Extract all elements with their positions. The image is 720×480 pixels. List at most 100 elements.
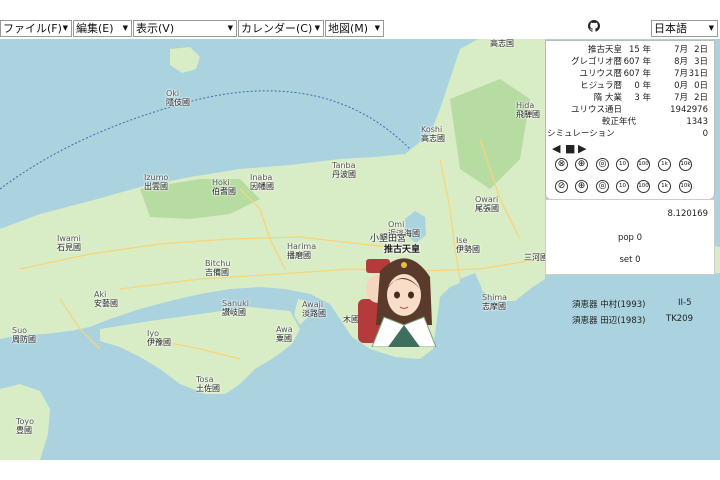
map-label-awaji: Awaji 淡路國 <box>302 300 326 318</box>
info-row-julian: ユリウス暦 607 年 7月 31日 <box>546 69 714 80</box>
info-row-julian-day: ユリウス通日 1942976 <box>546 105 714 116</box>
row-day: 2日 <box>694 93 708 103</box>
info-row-sui: 隋 大業 3 年 7月 2日 <box>546 93 714 104</box>
edit-menu-label: 編集(E) <box>76 22 114 35</box>
info-row-reign: 推古天皇 15 年 7月 2日 <box>546 45 714 56</box>
row-day: 2日 <box>694 45 708 55</box>
reverse-1k-icon[interactable]: 1k <box>658 180 671 193</box>
info-row-corrected-year: 較正年代 1343 <box>546 117 714 128</box>
file-menu[interactable]: ファイル(F) ▼ <box>0 20 72 37</box>
language-select[interactable]: 日本語 ▼ <box>651 20 718 37</box>
github-icon[interactable] <box>588 20 600 32</box>
row-label: 推古天皇 <box>587 45 622 55</box>
map-label-tanba: Tanba 丹波國 <box>332 161 356 179</box>
simulation-label: シミュレーション <box>547 129 615 139</box>
map-label-oki: Oki 隱伎國 <box>166 89 190 107</box>
row-day: 3日 <box>694 57 708 67</box>
speed-10k-icon[interactable]: 10k <box>679 158 692 171</box>
chevron-down-icon: ▼ <box>374 24 380 32</box>
step-back-icon[interactable]: ◀ <box>552 143 560 154</box>
chevron-down-icon: ▼ <box>708 24 714 32</box>
reverse-1-icon[interactable]: ⊕ <box>575 180 588 193</box>
map-label-iwami: Iwami 石見國 <box>57 234 81 252</box>
reverse-stop-icon[interactable]: ⊘ <box>555 180 568 193</box>
calendar-menu[interactable]: カレンダー(C) ▼ <box>238 20 324 37</box>
row-year: 607 年 <box>623 57 651 67</box>
map-label-harima: Harima 播磨國 <box>287 242 317 260</box>
sim-value: 8.120169 <box>667 209 708 219</box>
info-row-hijri: ヒジュラ暦 0 年 0月 0日 <box>546 81 714 92</box>
sim-set: set 0 <box>619 255 641 265</box>
chevron-down-icon: ▼ <box>314 24 320 32</box>
row-year: 607 年 <box>623 69 651 79</box>
chevron-down-icon: ▼ <box>122 24 128 32</box>
map-label-toyo: Toyo 豊國 <box>16 417 35 435</box>
pottery-nakamura-code: II-5 <box>678 298 692 308</box>
edit-menu[interactable]: 編集(E) ▼ <box>73 20 132 37</box>
speed-10-icon[interactable]: 10 <box>616 158 629 171</box>
map-label-bitchu: Bitchu 吉備國 <box>205 259 231 277</box>
row-month: 0月 <box>674 81 688 91</box>
chevron-down-icon: ▼ <box>62 24 68 32</box>
julian-day-value: 1942976 <box>670 105 708 115</box>
row-month: 7月 <box>674 45 688 55</box>
map-label-sanuki: Sanuki 讃岐國 <box>222 299 249 317</box>
row-day: 31日 <box>688 69 708 79</box>
row-year: 3 年 <box>634 93 651 103</box>
map-menu[interactable]: 地図(M) ▼ <box>325 20 384 37</box>
row-year: 0 年 <box>634 81 651 91</box>
reverse-10k-icon[interactable]: 10k <box>679 180 692 193</box>
map-label-suo: Suo 周防國 <box>12 326 36 344</box>
map-label-aki: Aki 安藝國 <box>94 290 118 308</box>
map-label-owari: Owari 尾張國 <box>475 195 499 213</box>
simulation-value: 0 <box>702 129 708 139</box>
map-label-iyo: Iyo 伊豫國 <box>147 329 171 347</box>
pottery-tanabe-code: TK209 <box>666 314 693 324</box>
reverse-2-icon[interactable]: ◎ <box>596 180 609 193</box>
view-menu[interactable]: 表示(V) ▼ <box>133 20 237 37</box>
row-label: グレゴリオ暦 <box>570 57 622 67</box>
corrected-year-label: 較正年代 <box>601 117 636 127</box>
empress-avatar[interactable] <box>352 251 438 347</box>
map-label-koshi-north: 高志国 <box>490 39 514 48</box>
row-label: ユリウス暦 <box>579 69 622 79</box>
speed-stop-icon[interactable]: ⊗ <box>555 158 568 171</box>
stop-icon[interactable]: ■ <box>565 143 575 154</box>
map-label-inaba: Inaba 因幡國 <box>250 173 274 191</box>
map-label-shima: Shima 志摩國 <box>482 293 508 311</box>
language-label: 日本語 <box>654 22 687 35</box>
info-row-simulation: シミュレーション 0 <box>546 129 714 140</box>
menu-bar: ファイル(F) ▼ 編集(E) ▼ 表示(V) ▼ カレンダー(C) ▼ 地図(M) ▼ … <box>0 19 720 40</box>
view-menu-label: 表示(V) <box>136 22 175 35</box>
map-label-ise: Ise 伊勢國 <box>456 236 480 254</box>
julian-day-label: ユリウス通日 <box>570 105 622 115</box>
chevron-down-icon: ▼ <box>227 24 233 32</box>
pottery-nakamura: 須恵器 中村(1993) <box>572 300 646 310</box>
speed-1k-icon[interactable]: 1k <box>658 158 671 171</box>
calendar-info-panel: 推古天皇 15 年 7月 2日 グレゴリオ暦 607 年 8月 3日 ユリウス暦… <box>545 40 715 200</box>
row-month: 7月 <box>674 69 688 79</box>
map-menu-label: 地図(M) <box>328 22 369 35</box>
sim-pop: pop 0 <box>617 233 643 243</box>
capital-prefix: 小墾田宮 <box>370 234 407 244</box>
map-label-koshi: Koshi 高志國 <box>421 125 445 143</box>
simulation-panel: 8.120169 pop 0 set 0 <box>545 199 715 275</box>
corrected-year-value: 1343 <box>686 117 708 127</box>
map-label-tosa: Tosa 土佐國 <box>196 375 220 393</box>
row-label: 隋 大業 <box>593 93 622 103</box>
speed-100-icon[interactable]: 100 <box>637 158 650 171</box>
calendar-menu-label: カレンダー(C) <box>241 22 313 35</box>
pottery-tanabe: 須恵器 田辺(1983) <box>572 316 646 326</box>
row-year: 15 年 <box>628 45 651 55</box>
row-month: 7月 <box>674 93 688 103</box>
info-row-gregorian: グレゴリオ暦 607 年 8月 3日 <box>546 57 714 68</box>
map-label-hoki: Hoki 伯耆國 <box>212 178 236 196</box>
row-label: ヒジュラ暦 <box>580 81 622 91</box>
reverse-100-icon[interactable]: 100 <box>637 180 650 193</box>
speed-1-icon[interactable]: ⊕ <box>575 158 588 171</box>
reverse-10-icon[interactable]: 10 <box>616 180 629 193</box>
play-icon[interactable]: ▶ <box>578 143 586 154</box>
map-label-awa: Awa 粟國 <box>276 325 293 343</box>
file-menu-label: ファイル(F) <box>3 22 62 35</box>
speed-2-icon[interactable]: ◎ <box>596 158 609 171</box>
